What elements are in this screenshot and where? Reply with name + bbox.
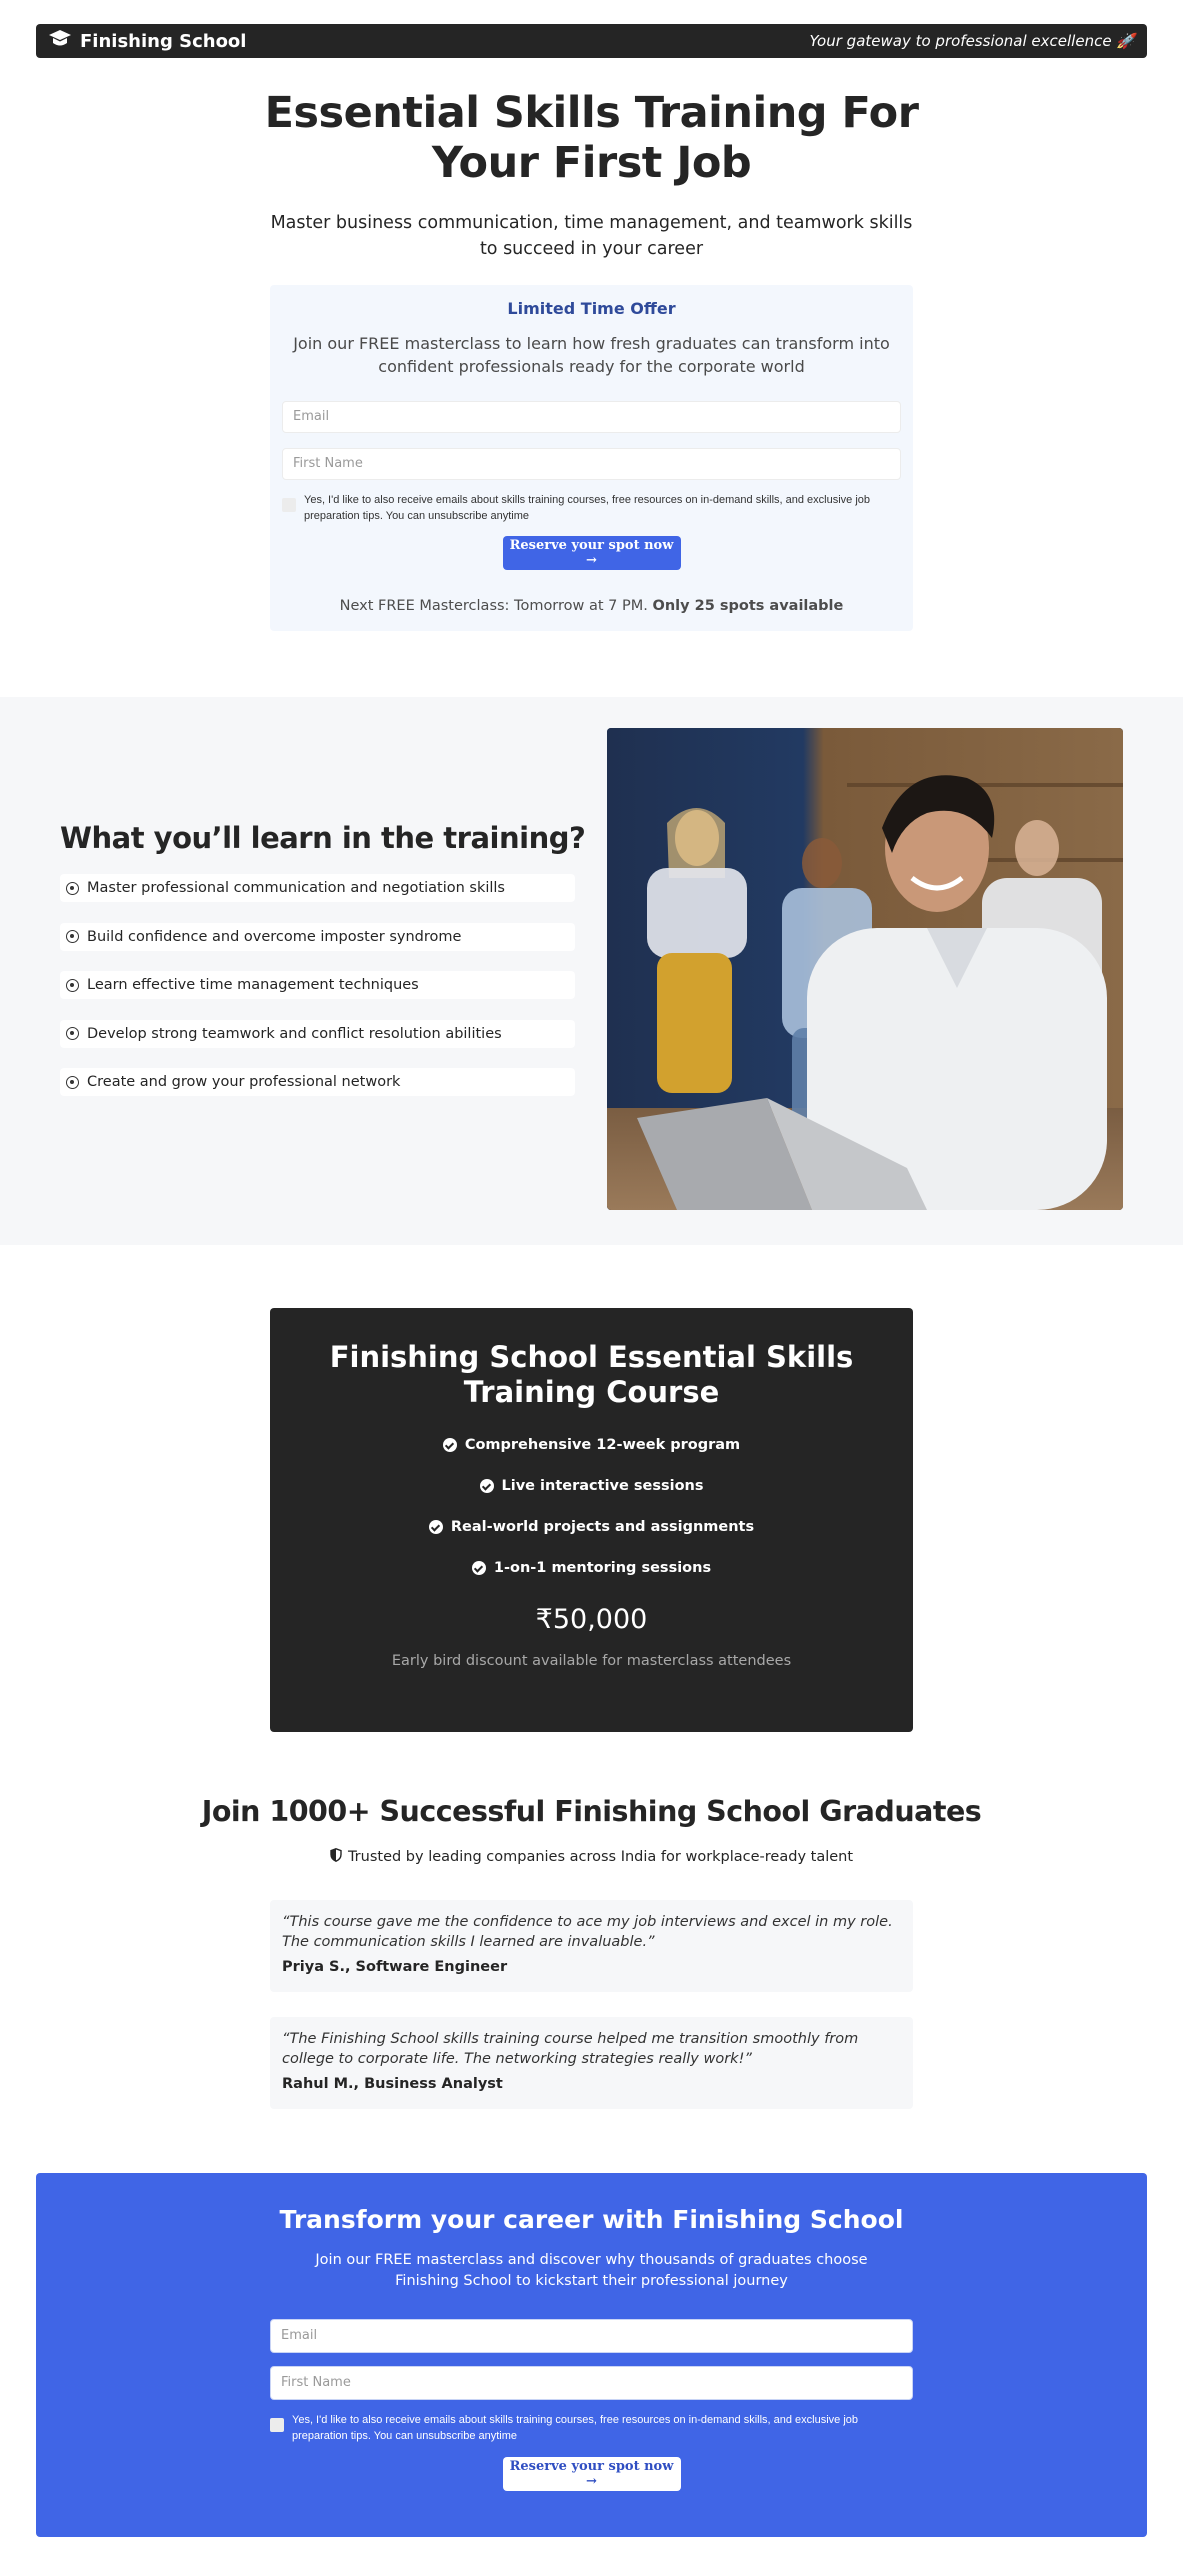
course-feature-text: Comprehensive 12-week program: [464, 1437, 741, 1453]
offer-title: Limited Time Offer: [507, 299, 676, 318]
graduation-cap-icon: [48, 29, 72, 54]
check-circle-icon: [471, 1561, 486, 1575]
learn-item-text: Learn effective time management techniqu…: [87, 977, 419, 993]
trusted-line: Trusted by leading companies across Indi…: [0, 1848, 1183, 1866]
course-feature: Live interactive sessions: [270, 1476, 913, 1496]
radio-dot-icon: [66, 1027, 79, 1040]
course-feature: Real-world projects and assignments: [270, 1517, 913, 1537]
final-cta-section: Transform your career with Finishing Sch…: [36, 2173, 1147, 2537]
course-feature: Comprehensive 12-week program: [270, 1435, 913, 1455]
testimonial-quote: “This course gave me the confidence to a…: [282, 1914, 893, 1950]
consent-row[interactable]: Yes, I'd like to also receive emails abo…: [270, 2412, 913, 2444]
hero-title: Essential Skills Training For Your First…: [0, 88, 1183, 188]
shield-icon: [330, 1848, 342, 1866]
consent-checkbox[interactable]: [270, 2418, 284, 2432]
learn-item: Develop strong teamwork and conflict res…: [60, 1019, 575, 1048]
trusted-text: Trusted by leading companies across Indi…: [347, 1849, 854, 1865]
course-title: Finishing School Essential Skills Traini…: [329, 1340, 854, 1409]
reserve-spot-button[interactable]: Reserve your spot now →: [502, 2457, 681, 2491]
course-feature-text: 1-on-1 mentoring sessions: [493, 1560, 712, 1576]
check-circle-icon: [442, 1438, 457, 1452]
learn-item: Master professional communication and ne…: [60, 874, 575, 902]
learn-item: Create and grow your professional networ…: [60, 1068, 575, 1096]
course-feature: 1-on-1 mentoring sessions: [270, 1558, 913, 1578]
next-masterclass-text: Next FREE Masterclass: Tomorrow at 7 PM.: [339, 598, 653, 614]
email-field[interactable]: Email: [282, 401, 901, 433]
learn-list: Master professional communication and ne…: [60, 874, 575, 1117]
final-signup-form: Email First Name Yes, I'd like to also r…: [270, 2319, 913, 2491]
testimonial-author: Rahul M., Business Analyst: [282, 2076, 503, 2092]
learn-section: What you’ll learn in the training? Maste…: [0, 697, 1183, 1245]
spots-available: Only 25 spots available: [652, 598, 844, 614]
consent-text: Yes, I'd like to also receive emails abo…: [304, 494, 871, 522]
brand[interactable]: Finishing School: [48, 29, 246, 54]
testimonial-card: “The Finishing School skills training co…: [270, 2017, 913, 2109]
next-masterclass-info: Next FREE Masterclass: Tomorrow at 7 PM.…: [282, 598, 901, 614]
offer-description: Join our FREE masterclass to learn how f…: [293, 334, 890, 376]
course-card: Finishing School Essential Skills Traini…: [270, 1308, 913, 1732]
radio-dot-icon: [66, 930, 79, 943]
tagline: Your gateway to professional excellence …: [809, 32, 1135, 50]
hero-title-line1: Essential Skills Training For: [264, 88, 919, 138]
first-name-field[interactable]: First Name: [270, 2366, 913, 2400]
top-bar: Finishing School Your gateway to profess…: [36, 24, 1147, 58]
check-circle-icon: [428, 1520, 443, 1534]
first-name-field[interactable]: First Name: [282, 448, 901, 480]
radio-dot-icon: [66, 881, 79, 895]
course-price: ₹50,000: [535, 1604, 648, 1635]
learn-item: Learn effective time management techniqu…: [60, 971, 575, 999]
final-cta-description: Join our FREE masterclass and discover w…: [315, 2252, 868, 2289]
graduates-title: Join 1000+ Successful Finishing School G…: [201, 1795, 982, 1828]
final-cta-title: Transform your career with Finishing Sch…: [279, 2205, 904, 2234]
consent-row[interactable]: Yes, I'd like to also receive emails abo…: [282, 492, 901, 524]
reserve-spot-button[interactable]: Reserve your spot now →: [502, 536, 681, 570]
learn-item-text: Develop strong teamwork and conflict res…: [87, 1025, 502, 1042]
learn-item-text: Master professional communication and ne…: [87, 880, 505, 896]
learn-item: Build confidence and overcome imposter s…: [60, 922, 575, 951]
learn-item-text: Create and grow your professional networ…: [87, 1074, 401, 1090]
price-note: Early bird discount available for master…: [391, 1653, 792, 1669]
email-field[interactable]: Email: [270, 2319, 913, 2353]
learn-item-text: Build confidence and overcome imposter s…: [87, 928, 462, 945]
radio-dot-icon: [66, 1075, 79, 1089]
check-circle-icon: [479, 1479, 494, 1493]
testimonial-author: Priya S., Software Engineer: [282, 1959, 508, 1975]
course-feature-text: Live interactive sessions: [501, 1478, 704, 1494]
testimonial-card: “This course gave me the confidence to a…: [270, 1900, 913, 1992]
hero-subtitle: Master business communication, time mana…: [270, 213, 913, 259]
consent-checkbox[interactable]: [282, 498, 296, 512]
training-photo: [607, 728, 1123, 1210]
testimonial-quote: “The Finishing School skills training co…: [282, 2031, 859, 2067]
course-feature-list: Comprehensive 12-week program Live inter…: [270, 1435, 913, 1578]
hero-title-line2: Your First Job: [431, 138, 752, 188]
brand-name: Finishing School: [80, 30, 247, 52]
radio-dot-icon: [66, 978, 79, 992]
offer-card: Limited Time Offer Join our FREE masterc…: [270, 285, 913, 631]
course-feature-text: Real-world projects and assignments: [450, 1519, 755, 1535]
consent-text: Yes, I'd like to also receive emails abo…: [292, 2414, 859, 2442]
learn-title: What you’ll learn in the training?: [60, 821, 586, 855]
